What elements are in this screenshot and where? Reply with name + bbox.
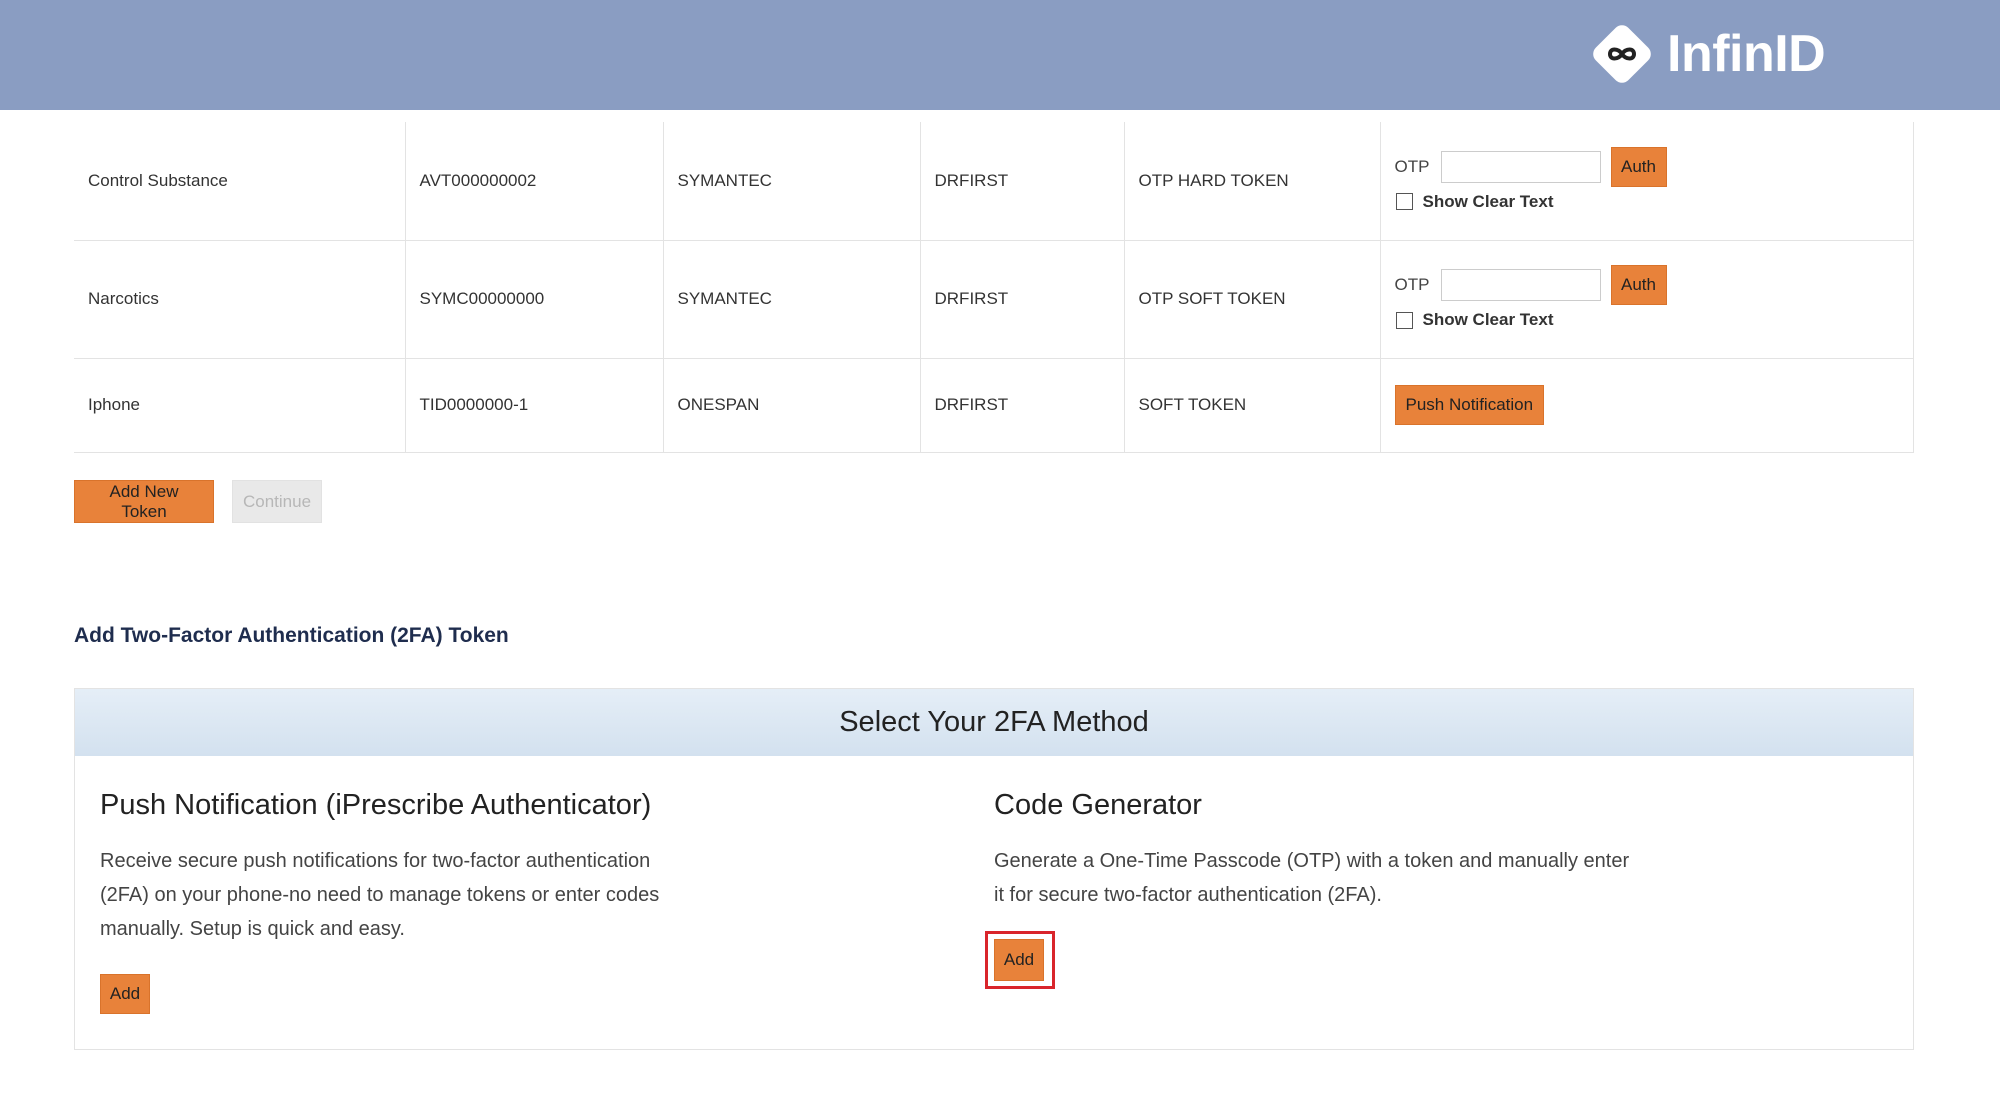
- otp-input[interactable]: [1440, 150, 1601, 183]
- add-push-method-button[interactable]: Add: [100, 974, 150, 1014]
- brand-logo[interactable]: InfinID: [1585, 17, 1826, 91]
- token-vendor: SYMANTEC: [662, 122, 920, 241]
- code-generator-title: Code Generator: [994, 789, 1202, 821]
- token-purpose: Control Substance: [74, 122, 405, 241]
- push-method-column: Push Notification (iPrescribe Authentica…: [100, 789, 700, 946]
- infinity-diamond-icon: [1585, 17, 1659, 91]
- token-type: OTP HARD TOKEN: [1123, 122, 1380, 241]
- select-2fa-method-panel: Select Your 2FA Method Push Notification…: [74, 688, 1914, 1050]
- add-new-token-button[interactable]: Add New Token: [74, 480, 214, 523]
- token-type: OTP SOFT TOKEN: [1123, 240, 1380, 359]
- show-clear-text-label: Show Clear Text: [1422, 191, 1554, 211]
- select-2fa-method-header: Select Your 2FA Method: [75, 689, 1913, 756]
- add-2fa-section-title: Add Two-Factor Authentication (2FA) Toke…: [74, 624, 509, 647]
- auth-button[interactable]: Auth: [1610, 146, 1667, 187]
- token-issuer: DRFIRST: [919, 122, 1124, 241]
- token-serial: AVT000000002: [404, 122, 663, 241]
- show-clear-text-label: Show Clear Text: [1422, 310, 1554, 329]
- code-generator-column: Code Generator Generate a One-Time Passc…: [994, 789, 1634, 912]
- continue-button[interactable]: Continue: [232, 480, 322, 523]
- token-auth-cell: OTP Auth Show Clear Text: [1379, 122, 1914, 241]
- push-notification-button[interactable]: Push Notification: [1394, 385, 1545, 425]
- token-type: SOFT TOKEN: [1123, 358, 1380, 453]
- code-generator-description: Generate a One-Time Passcode (OTP) with …: [994, 850, 1630, 906]
- token-vendor: ONESPAN: [662, 358, 920, 453]
- table-row: Control Substance AVT000000002 SYMANTEC …: [74, 122, 1914, 241]
- token-table: Control Substance AVT000000002 SYMANTEC …: [74, 122, 1914, 453]
- token-purpose: Narcotics: [74, 240, 405, 359]
- token-auth-cell: OTP Auth Show Clear Text: [1379, 240, 1914, 359]
- table-row: Iphone TID0000000-1 ONESPAN DRFIRST SOFT…: [74, 358, 1914, 453]
- show-clear-text-checkbox[interactable]: [1395, 311, 1413, 329]
- brand-name: InfinID: [1667, 25, 1826, 83]
- table-row: Narcotics SYMC00000000 SYMANTEC DRFIRST …: [74, 240, 1914, 359]
- token-auth-cell: Push Notification: [1379, 358, 1914, 453]
- otp-label: OTP: [1394, 275, 1430, 294]
- token-issuer: DRFIRST: [919, 358, 1124, 453]
- token-serial: TID0000000-1: [404, 358, 663, 453]
- token-serial: SYMC00000000: [404, 240, 663, 359]
- push-method-title: Push Notification (iPrescribe Authentica…: [100, 789, 652, 821]
- top-header: InfinID: [0, 0, 2000, 110]
- otp-label: OTP: [1394, 156, 1430, 176]
- token-vendor: SYMANTEC: [662, 240, 920, 359]
- push-method-description: Receive secure push notifications for tw…: [100, 850, 660, 940]
- add-code-generator-button[interactable]: Add: [994, 939, 1044, 981]
- token-issuer: DRFIRST: [919, 240, 1124, 359]
- otp-input[interactable]: [1440, 269, 1601, 301]
- auth-button[interactable]: Auth: [1610, 265, 1667, 305]
- show-clear-text-checkbox[interactable]: [1395, 193, 1413, 211]
- token-purpose: Iphone: [74, 358, 405, 453]
